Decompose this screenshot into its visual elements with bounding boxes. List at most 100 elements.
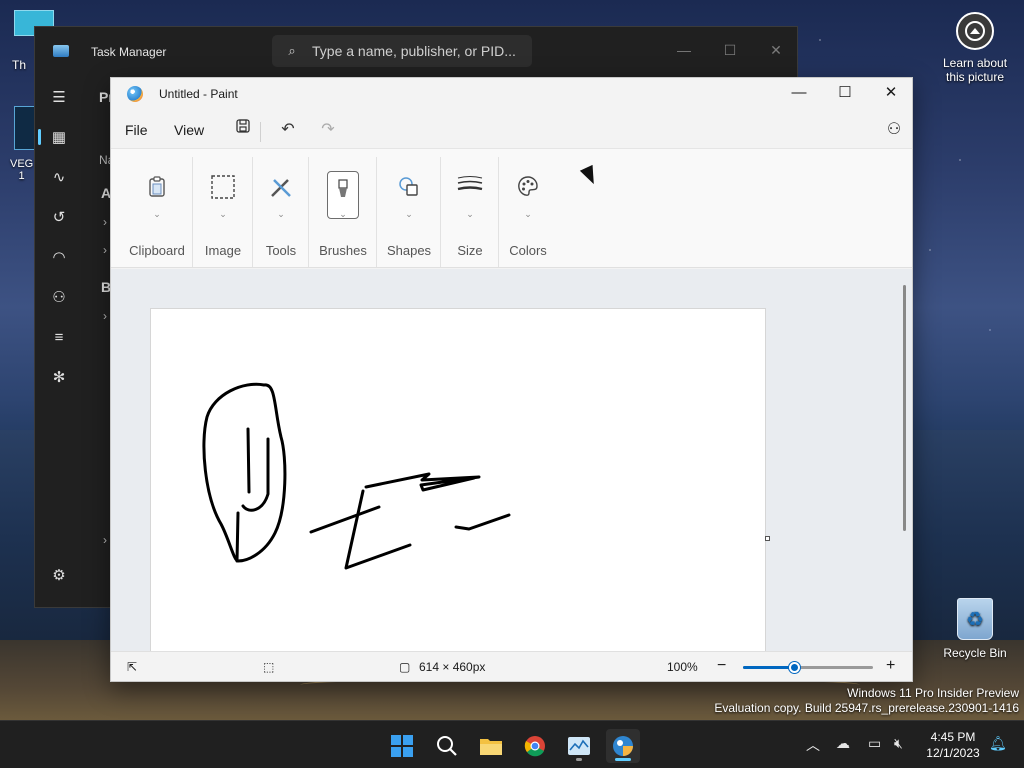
chevron-down-icon: ⌄ xyxy=(405,209,413,219)
processes-icon[interactable]: ▦ xyxy=(35,117,83,157)
zoom-out-button[interactable]: − xyxy=(717,657,726,675)
paint-statusbar: ⇱ ⬚ ▢ 614 × 460px 100% − + xyxy=(111,651,912,681)
paint-ribbon: ⌄ Clipboard ⌄ Image ⌄ Tools ⌄ Brushes ⌄ … xyxy=(111,148,912,268)
chevron-down-icon: ⌄ xyxy=(466,209,474,219)
volume-muted-icon[interactable]: 🔇︎ xyxy=(894,735,903,752)
ribbon-group-shapes[interactable]: ⌄ Shapes xyxy=(377,157,441,267)
chevron-down-icon: ⌄ xyxy=(153,209,161,219)
network-icon[interactable]: ▭ xyxy=(868,735,881,752)
paint-menubar: File View ↶ ↷ ⚇ xyxy=(111,110,912,148)
search-icon[interactable] xyxy=(430,729,464,763)
notification-bell-icon[interactable]: 🔔︎ xyxy=(989,735,1007,752)
shapes-icon xyxy=(397,175,421,205)
size-icon xyxy=(457,175,483,201)
account-settings-icon[interactable]: ⚇ xyxy=(881,118,907,142)
close-button[interactable]: ✕ xyxy=(753,35,799,65)
maximize-button[interactable]: ☐ xyxy=(707,35,753,65)
ribbon-group-brushes[interactable]: ⌄ Brushes xyxy=(309,157,377,267)
task-manager-title: Task Manager xyxy=(91,45,167,59)
file-explorer-icon[interactable] xyxy=(474,729,508,763)
desktop-icon-label: Th xyxy=(12,58,27,72)
taskbar: ︿ ☁ ▭ 🔇︎ 4:45 PM 12/1/2023 🔔︎ xyxy=(0,720,1024,768)
zoom-slider-thumb[interactable] xyxy=(789,662,800,673)
tools-icon xyxy=(269,175,293,205)
show-hidden-icons-button[interactable]: ︿ xyxy=(806,735,820,755)
ribbon-label-image: Image xyxy=(204,243,242,258)
menu-file[interactable]: File xyxy=(125,122,148,138)
learn-about-picture-label: Learn about this picture xyxy=(942,56,1008,84)
ribbon-group-size[interactable]: ⌄ Size xyxy=(441,157,499,267)
search-icon: ⌕ xyxy=(288,43,296,58)
selection-size-icon: ⬚ xyxy=(263,660,275,674)
details-icon[interactable]: ≡ xyxy=(35,317,83,357)
zoom-level: 100% xyxy=(667,660,698,674)
ribbon-group-tools[interactable]: ⌄ Tools xyxy=(253,157,309,267)
watermark-line-2: Evaluation copy. Build 25947.rs_prerelea… xyxy=(714,701,1019,715)
canvas-size-icon: ▢ xyxy=(399,660,411,674)
selection-icon xyxy=(211,175,235,205)
start-button[interactable] xyxy=(385,729,419,763)
task-manager-app-icon xyxy=(53,45,69,57)
maximize-button[interactable]: ☐ xyxy=(822,78,868,108)
brush-icon xyxy=(335,179,351,207)
taskbar-clock[interactable]: 4:45 PM 12/1/2023 xyxy=(918,729,988,761)
canvas-resize-handle[interactable] xyxy=(765,536,770,541)
startup-apps-icon[interactable]: ◠ xyxy=(35,237,83,277)
services-icon[interactable]: ✻ xyxy=(35,357,83,397)
zoom-in-button[interactable]: + xyxy=(886,657,895,675)
paint-taskbar-icon[interactable] xyxy=(606,729,640,763)
ribbon-group-colors[interactable]: ⌄ Colors xyxy=(499,157,557,263)
minimize-button[interactable]: — xyxy=(776,78,822,108)
chevron-right-icon[interactable]: › xyxy=(103,243,107,257)
onedrive-icon[interactable]: ☁ xyxy=(836,735,850,752)
task-manager-taskbar-icon[interactable] xyxy=(562,729,596,763)
chevron-down-icon: ⌄ xyxy=(219,209,227,219)
desktop-icon-vegas-label: VEG 1 xyxy=(10,158,34,182)
chevron-right-icon[interactable]: › xyxy=(103,215,107,229)
ribbon-group-image[interactable]: ⌄ Image xyxy=(193,157,253,267)
close-button[interactable]: ✕ xyxy=(868,78,914,108)
search-placeholder: Type a name, publisher, or PID... xyxy=(312,43,516,59)
ribbon-label-tools: Tools xyxy=(265,243,297,258)
hamburger-icon[interactable]: ☰ xyxy=(35,77,83,117)
chevron-right-icon[interactable]: › xyxy=(103,533,107,547)
undo-icon[interactable]: ↶ xyxy=(275,118,301,142)
paint-titlebar[interactable]: Untitled - Paint — ☐ ✕ xyxy=(111,78,912,110)
clock-time: 4:45 PM xyxy=(930,730,976,744)
minimize-button[interactable]: — xyxy=(661,35,707,65)
recycle-bin-icon[interactable]: ♻ Recycle Bin xyxy=(938,598,1012,660)
windows-watermark: Windows 11 Pro Insider Preview Evaluatio… xyxy=(714,686,1019,716)
settings-icon[interactable]: ⚙ xyxy=(35,555,83,595)
redo-icon[interactable]: ↷ xyxy=(315,118,341,142)
ribbon-group-clipboard[interactable]: ⌄ Clipboard xyxy=(121,157,193,267)
ribbon-label-clipboard: Clipboard xyxy=(129,243,185,258)
users-icon[interactable]: ⚇ xyxy=(35,277,83,317)
task-manager-titlebar[interactable]: Task Manager ⌕ Type a name, publisher, o… xyxy=(35,27,797,77)
learn-about-picture-icon[interactable]: Learn about this picture xyxy=(935,12,1015,84)
drawing-canvas[interactable] xyxy=(150,308,766,651)
task-manager-search-input[interactable]: ⌕ Type a name, publisher, or PID... xyxy=(272,35,532,67)
task-manager-sidebar: ☰ ▦ ∿ ↺ ◠ ⚇ ≡ ✻ ⚙ xyxy=(35,77,83,607)
chevron-right-icon[interactable]: › xyxy=(103,309,107,323)
canvas-area xyxy=(111,269,912,651)
active-indicator xyxy=(615,758,631,761)
chevron-down-icon: ⌄ xyxy=(277,209,285,219)
menu-separator xyxy=(260,122,261,142)
vertical-scrollbar[interactable] xyxy=(903,285,906,531)
chevron-down-icon: ⌄ xyxy=(339,209,347,219)
ribbon-label-brushes: Brushes xyxy=(319,243,367,258)
menu-view[interactable]: View xyxy=(174,122,204,138)
ribbon-label-colors: Colors xyxy=(509,243,547,258)
paint-logo-icon xyxy=(127,86,143,102)
recycle-icon: ♻ xyxy=(957,598,993,640)
save-icon[interactable] xyxy=(230,118,256,142)
palette-icon xyxy=(516,175,540,205)
chrome-icon[interactable] xyxy=(518,729,552,763)
app-history-icon[interactable]: ↺ xyxy=(35,197,83,237)
paint-window[interactable]: Untitled - Paint — ☐ ✕ File View ↶ ↷ ⚇ ⌄… xyxy=(110,77,913,682)
ribbon-label-shapes: Shapes xyxy=(386,243,432,258)
chevron-down-icon: ⌄ xyxy=(524,209,532,219)
camera-icon xyxy=(956,12,994,50)
zoom-slider[interactable] xyxy=(743,662,873,673)
performance-icon[interactable]: ∿ xyxy=(35,157,83,197)
